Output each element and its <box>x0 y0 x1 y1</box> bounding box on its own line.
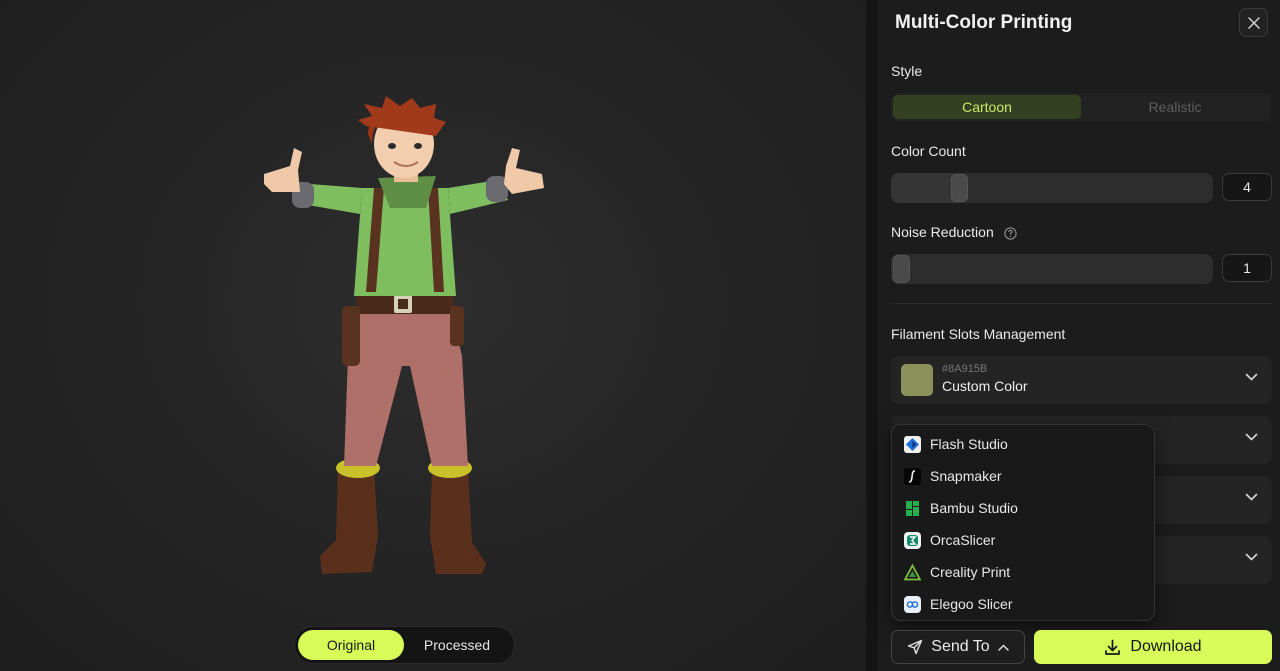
model-viewport[interactable]: Original Processed <box>0 0 866 671</box>
close-icon <box>1247 16 1260 29</box>
filament-label: Filament Slots Management <box>891 326 1066 342</box>
original-view-button[interactable]: Original <box>298 630 404 660</box>
creality-print-icon <box>904 563 921 581</box>
color-count-slider-thumb[interactable] <box>951 174 968 202</box>
chevron-down-icon[interactable] <box>1245 373 1258 382</box>
menu-item-creality-print[interactable]: Creality Print <box>892 556 1154 588</box>
panel-title: Multi-Color Printing <box>895 12 1073 33</box>
menu-item-bambu-studio[interactable]: Bambu Studio <box>892 492 1154 524</box>
snapmaker-icon <box>904 467 921 485</box>
download-label: Download <box>1130 638 1202 655</box>
flash-studio-icon <box>904 435 921 453</box>
send-icon <box>908 639 923 655</box>
panel-divider <box>866 0 878 671</box>
bambu-studio-icon <box>904 500 921 517</box>
close-button[interactable] <box>1239 8 1268 37</box>
menu-item-elegoo-slicer[interactable]: Elegoo Slicer <box>892 588 1154 620</box>
question-circle-icon[interactable] <box>1004 227 1017 240</box>
filament-hex: #8A915B <box>942 363 988 375</box>
character-model[interactable] <box>250 96 560 580</box>
chevron-down-icon[interactable] <box>1245 433 1258 442</box>
send-to-label: Send To <box>931 638 990 655</box>
section-divider <box>891 303 1272 304</box>
style-label: Style <box>891 63 923 79</box>
menu-item-label: Flash Studio <box>930 436 1008 452</box>
menu-item-orcaslicer[interactable]: OrcaSlicer <box>892 524 1154 556</box>
noise-reduction-input[interactable]: 1 <box>1222 254 1272 282</box>
elegoo-slicer-icon <box>904 595 921 613</box>
processed-view-button[interactable]: Processed <box>404 630 510 660</box>
download-icon <box>1105 639 1121 655</box>
send-to-button[interactable]: Send To <box>891 630 1025 664</box>
menu-item-label: Snapmaker <box>930 468 1002 484</box>
app-root: Original Processed Multi-Color Printing … <box>0 0 1280 671</box>
color-count-slider[interactable] <box>891 173 1213 203</box>
menu-item-label: Elegoo Slicer <box>930 596 1013 612</box>
filament-slot[interactable]: #8A915B Custom Color <box>891 356 1272 404</box>
noise-reduction-label-text: Noise Reduction <box>891 224 994 240</box>
menu-item-flash-studio[interactable]: Flash Studio <box>892 428 1154 460</box>
style-option-cartoon[interactable]: Cartoon <box>893 95 1081 119</box>
menu-item-snapmaker[interactable]: Snapmaker <box>892 460 1154 492</box>
menu-item-label: Creality Print <box>930 564 1011 580</box>
color-count-label: Color Count <box>891 143 966 159</box>
filament-swatch <box>901 364 933 396</box>
view-toggle: Original Processed <box>294 626 515 664</box>
orcaslicer-icon <box>904 531 921 549</box>
noise-reduction-slider[interactable] <box>891 254 1213 284</box>
filament-name: Custom Color <box>942 378 1028 394</box>
style-option-realistic[interactable]: Realistic <box>1081 95 1269 119</box>
chevron-down-icon[interactable] <box>1245 553 1258 562</box>
color-count-input[interactable]: 4 <box>1222 173 1272 201</box>
chevron-up-icon <box>997 643 1009 651</box>
style-segmented-control: Cartoon Realistic <box>891 93 1271 121</box>
noise-reduction-label: Noise Reduction <box>891 224 1017 240</box>
chevron-down-icon[interactable] <box>1245 493 1258 502</box>
noise-reduction-slider-thumb[interactable] <box>893 255 910 283</box>
download-button[interactable]: Download <box>1034 630 1272 664</box>
menu-item-label: OrcaSlicer <box>930 532 996 548</box>
send-to-menu: Flash Studio Snapmaker Bambu Studio Orca… <box>891 424 1155 621</box>
menu-item-label: Bambu Studio <box>930 500 1018 516</box>
